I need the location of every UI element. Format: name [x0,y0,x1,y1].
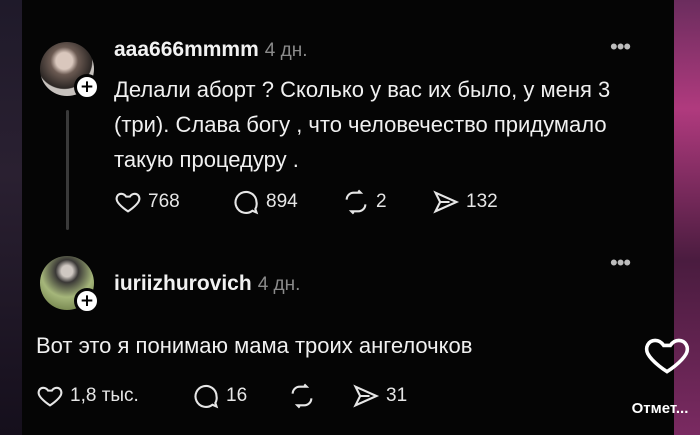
mark-label[interactable]: Отмет... [620,400,700,417]
repost-button[interactable]: 2 [342,188,387,216]
heart-icon [115,192,141,213]
thread-screen: + aaa666mmmm 4 дн. ••• Делали аборт ? Ско… [22,0,674,435]
like-button[interactable]: 1,8 тыс. [36,382,139,410]
comment-count: 894 [266,191,298,212]
comment-bubble-icon [194,384,219,409]
username-text[interactable]: aaa666mmmm [114,38,259,61]
reply-text: Вот это я понимаю мама троих ангелочков [36,333,473,358]
post-text: Делали аборт ? Сколько у вас их было, у … [114,77,611,172]
like-count: 768 [148,191,180,212]
send-icon [433,190,460,214]
heart-icon [37,386,63,407]
repost-count: 2 [376,191,387,212]
heart-icon[interactable] [642,330,692,380]
comment-bubble-icon [234,190,259,215]
username-text[interactable]: iuriizhurovich [114,272,252,295]
share-count: 132 [466,191,498,212]
follow-plus-icon[interactable]: + [74,288,100,314]
avatar[interactable]: + [40,256,100,314]
share-button[interactable]: 31 [352,382,407,410]
send-icon [353,384,380,408]
comment-button[interactable]: 16 [192,382,247,410]
thread-line [66,110,69,230]
avatar[interactable]: + [40,42,100,100]
more-dots-icon[interactable]: ••• [610,252,631,274]
like-count: 1,8 тыс. [70,385,139,406]
reply-username[interactable]: iuriizhurovich 4 дн. [114,272,300,296]
post-time: 4 дн. [264,40,308,61]
comment-count: 16 [226,385,248,406]
left-edge-background [0,0,22,435]
more-dots-icon[interactable]: ••• [610,36,631,58]
repost-button[interactable] [288,382,316,410]
comment-button[interactable]: 894 [232,188,298,216]
post-username[interactable]: aaa666mmmm 4 дн. [114,38,307,62]
follow-plus-icon[interactable]: + [74,74,100,100]
share-count: 31 [386,385,408,406]
repost-icon [345,189,367,215]
share-button[interactable]: 132 [432,188,498,216]
like-button[interactable]: 768 [114,188,180,216]
repost-icon [291,383,313,409]
reply-time: 4 дн. [257,274,301,295]
